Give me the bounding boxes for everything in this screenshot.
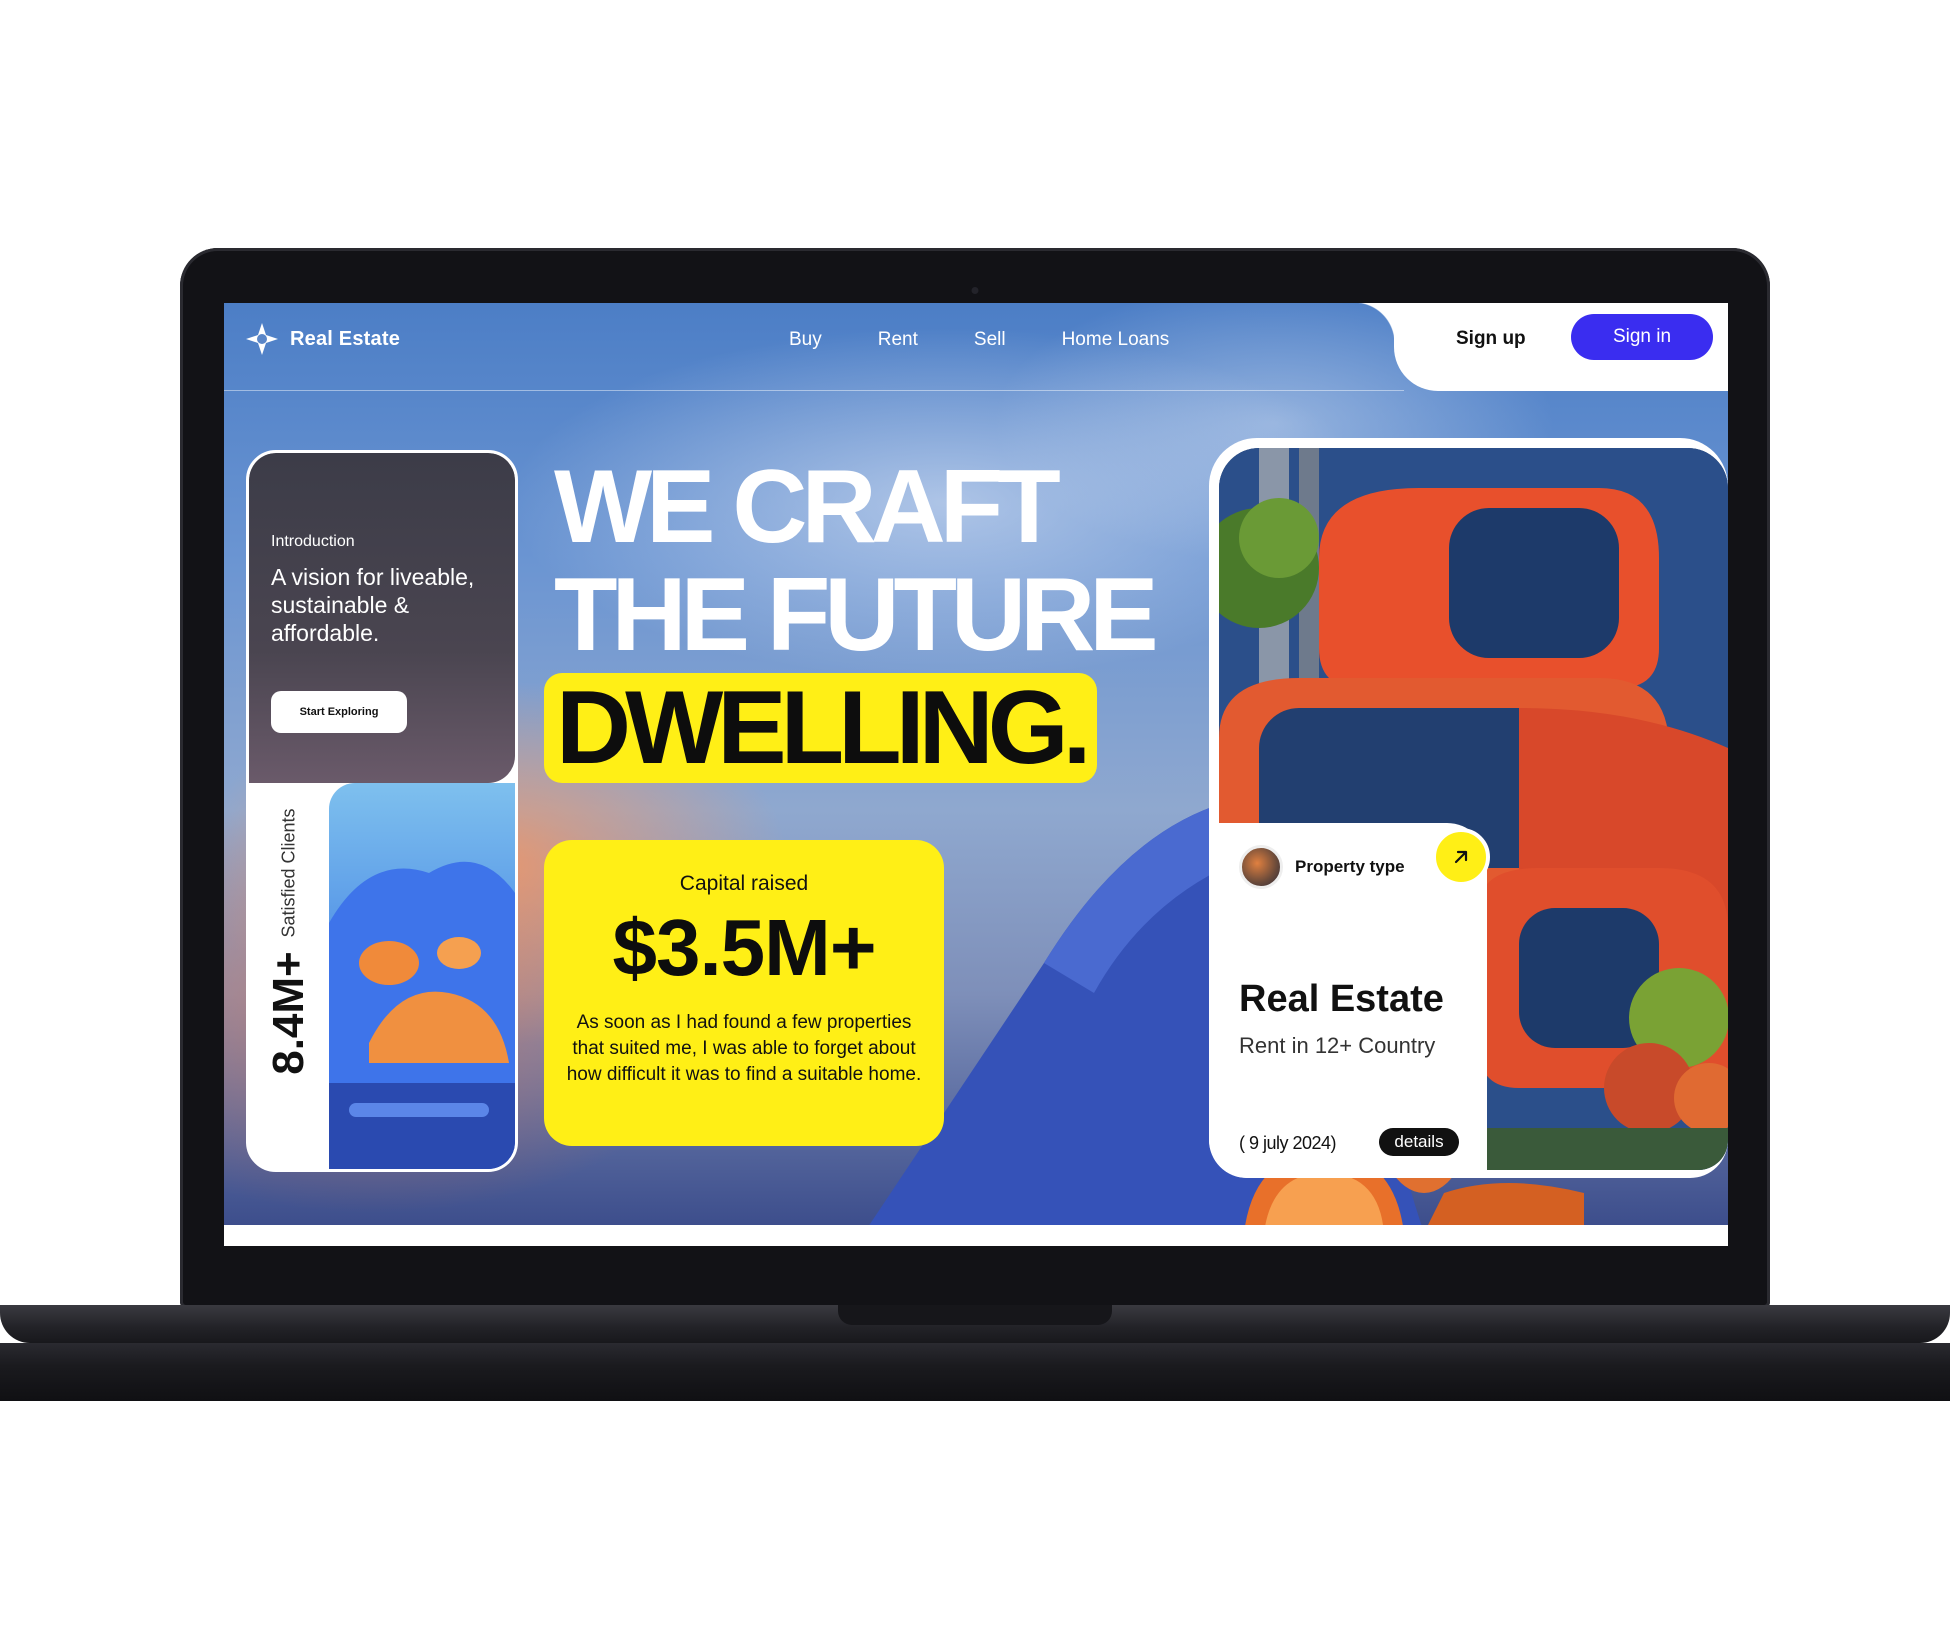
property-card: Property type Real Estate Rent in 12+ Co…: [1209, 438, 1728, 1178]
property-subtitle: Rent in 12+ Country: [1239, 1033, 1436, 1058]
blue-house-illustration: [329, 861, 515, 1169]
headline-highlight: DWELLING.: [544, 673, 1098, 783]
laptop-base-shadow: [0, 1343, 1950, 1401]
brand-name: Real Estate: [290, 327, 401, 350]
property-type-chip[interactable]: Property type: [1239, 845, 1405, 889]
capital-label: Capital raised: [679, 872, 809, 895]
laptop-notch: [838, 1305, 1112, 1325]
headline-line-1: WE CRAFT: [554, 449, 1061, 565]
testimonial-quote: As soon as I had found a few properties …: [566, 1012, 922, 1085]
nav-link-home-loans[interactable]: Home Loans: [1062, 329, 1170, 351]
diamond-logo-icon: [246, 323, 278, 355]
property-type-avatar: [1239, 845, 1283, 889]
intro-heading: A vision for liveable, sustainable & aff…: [271, 564, 475, 646]
satisfied-clients-count: 8.4M+: [264, 951, 313, 1075]
nav-link-buy[interactable]: Buy: [789, 329, 822, 351]
capital-value: $3.5M+: [612, 903, 876, 992]
intro-card-top: Introduction A vision for liveable, sust…: [249, 453, 515, 783]
headline-line-2: THE FUTURE: [554, 557, 1159, 673]
property-info-panel: Property type Real Estate Rent in 12+ Co…: [1209, 823, 1490, 1178]
property-type-label: Property type: [1295, 857, 1405, 876]
hero-headline: WE CRAFT THE FUTURE: [554, 449, 1159, 673]
intro-card: Introduction A vision for liveable, sust…: [246, 450, 518, 1172]
start-exploring-button[interactable]: Start Exploring: [271, 691, 407, 733]
arrow-up-right-icon: [1454, 850, 1468, 864]
sign-up-button[interactable]: Sign up: [1456, 328, 1526, 350]
main-nav: Buy Rent Sell Home Loans: [789, 329, 1225, 351]
sign-in-button[interactable]: Sign in: [1571, 314, 1713, 360]
hero-section: Real Estate Buy Rent Sell Home Loans Sig…: [224, 303, 1728, 1225]
brand-logo[interactable]: Real Estate: [244, 321, 400, 357]
details-button[interactable]: details: [1379, 1128, 1459, 1156]
nav-divider: [224, 390, 1404, 391]
intro-house-photo: [329, 783, 515, 1169]
nav-link-rent[interactable]: Rent: [878, 329, 918, 351]
laptop-camera: [971, 287, 979, 294]
capital-raised-card: Capital raised $3.5M+ As soon as I had f…: [544, 840, 944, 1146]
nav-link-sell[interactable]: Sell: [974, 329, 1006, 351]
satisfied-clients-label: Satisfied Clients: [278, 808, 299, 938]
property-date: ( 9 july 2024): [1239, 1133, 1337, 1153]
laptop-screen: Real Estate Buy Rent Sell Home Loans Sig…: [224, 303, 1728, 1246]
intro-label: Introduction: [271, 533, 355, 550]
property-title: Real Estate: [1239, 978, 1444, 1020]
open-property-button[interactable]: [1432, 828, 1490, 886]
